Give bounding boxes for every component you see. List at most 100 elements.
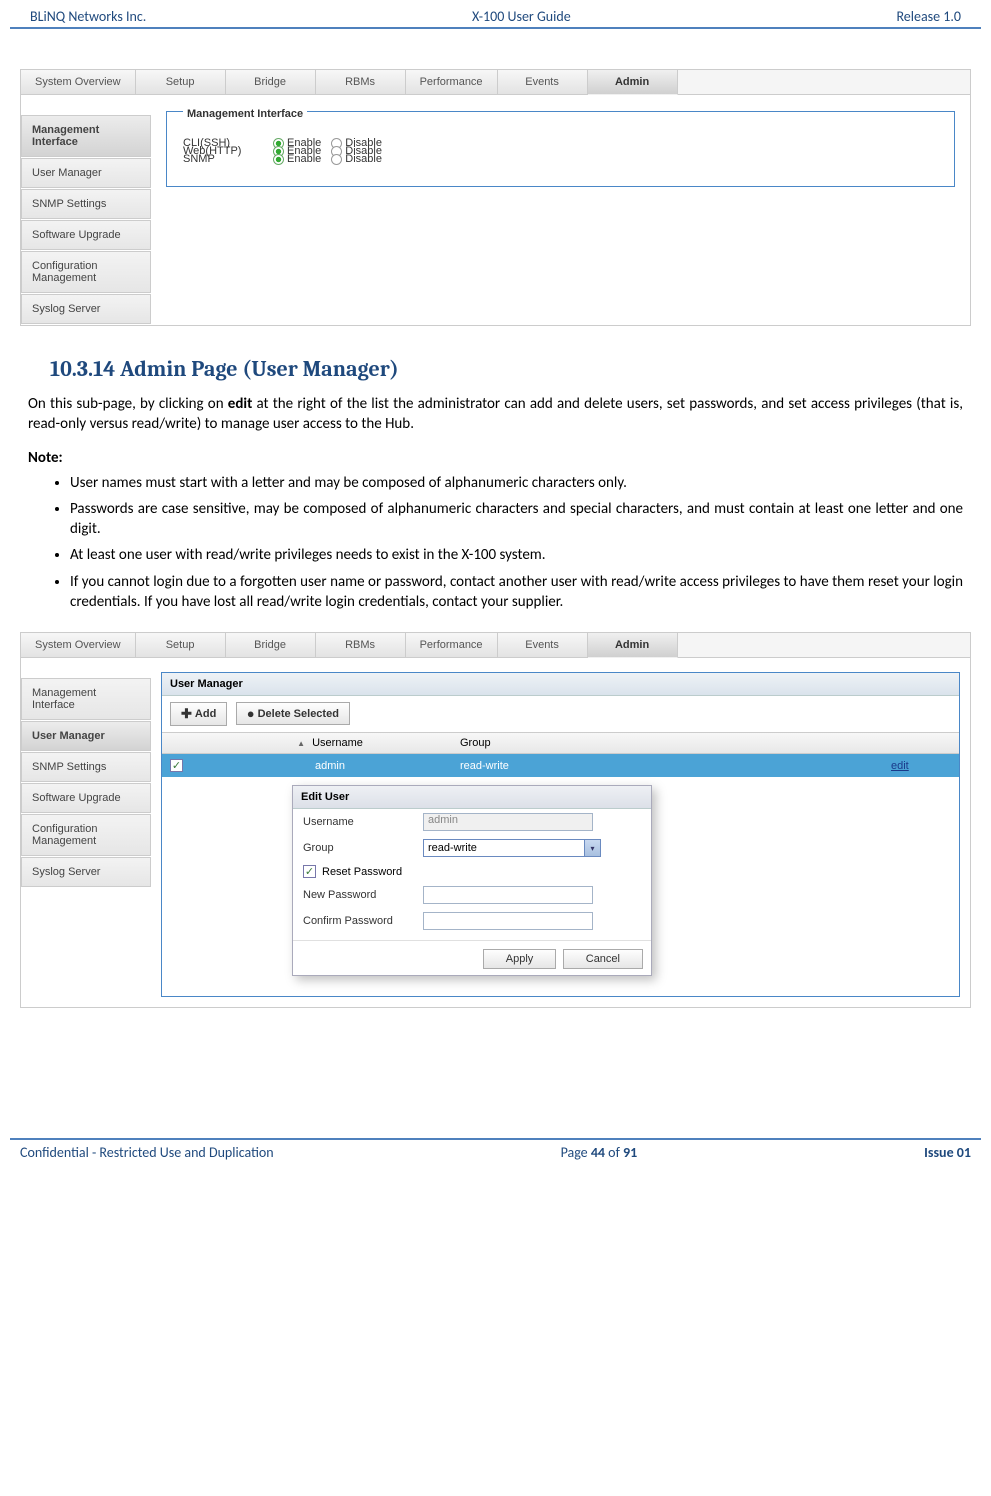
- minus-icon: ●: [247, 706, 255, 721]
- table-row[interactable]: ✓ admin read-write edit: [162, 754, 959, 777]
- col-username[interactable]: ▲ Username: [200, 737, 460, 749]
- dialog-title: Edit User: [293, 786, 651, 809]
- tab-admin[interactable]: Admin: [588, 633, 678, 658]
- label-reset-password: Reset Password: [322, 866, 402, 878]
- sidebar-item-user-manager[interactable]: User Manager: [21, 158, 151, 188]
- form-row-username: Username admin: [293, 809, 651, 835]
- reset-password-checkbox[interactable]: ✓: [303, 865, 316, 878]
- delete-selected-button[interactable]: ● Delete Selected: [236, 702, 350, 725]
- fieldset-legend: Management Interface: [183, 108, 307, 120]
- sort-asc-icon: ▲: [297, 739, 305, 748]
- tab-events[interactable]: Events: [498, 70, 588, 95]
- form-row-newpw: New Password: [293, 882, 651, 908]
- group-select[interactable]: read-write ▾: [423, 839, 601, 857]
- delete-label: Delete Selected: [258, 708, 339, 720]
- sidebar-item-configuration-management[interactable]: Configuration Management: [21, 251, 151, 293]
- opt-enable[interactable]: Enable: [287, 153, 321, 165]
- footer-right: Issue 01: [924, 1144, 971, 1161]
- sidebar-item-syslog-server[interactable]: Syslog Server: [21, 857, 151, 887]
- sidebar-item-snmp-settings[interactable]: SNMP Settings: [21, 189, 151, 219]
- opt-disable[interactable]: Disable: [345, 153, 382, 165]
- col-group[interactable]: Group: [460, 737, 891, 749]
- username-field: admin: [423, 813, 593, 831]
- group-select-value: read-write: [428, 842, 477, 854]
- footer-page: Page 44 of 91: [561, 1144, 638, 1161]
- col-checkbox: [170, 737, 200, 749]
- main-panel: Management Interface CLI(SSH) Enable Dis…: [151, 95, 970, 325]
- sidebar-item-snmp-settings[interactable]: SNMP Settings: [21, 752, 151, 782]
- row-checkbox-cell[interactable]: ✓: [170, 759, 200, 772]
- row-edit-link[interactable]: edit: [891, 760, 951, 772]
- bullet-2: Passwords are case sensitive, may be com…: [70, 499, 963, 540]
- sidebar-item-software-upgrade[interactable]: Software Upgrade: [21, 783, 151, 813]
- page-of: of: [605, 1144, 623, 1161]
- sidebar-item-management-interface[interactable]: Management Interface: [21, 678, 151, 720]
- tabs-spacer: [678, 70, 970, 95]
- note-bullets: User names must start with a letter and …: [70, 473, 963, 613]
- form-row-confpw: Confirm Password: [293, 908, 651, 934]
- header-right: Release 1.0: [896, 8, 961, 25]
- tab-bridge[interactable]: Bridge: [226, 633, 316, 658]
- chevron-down-icon[interactable]: ▾: [584, 840, 600, 856]
- sidebar-item-configuration-management[interactable]: Configuration Management: [21, 814, 151, 856]
- user-manager-panel: User Manager ✚ Add ● Delete Selected ▲: [161, 672, 960, 997]
- header-center: X-100 User Guide: [472, 8, 571, 25]
- radio-disable-icon[interactable]: [331, 154, 342, 165]
- dialog-buttons: Apply Cancel: [293, 940, 651, 975]
- edit-user-dialog: Edit User Username admin Group read-writ…: [292, 785, 652, 976]
- form-row-reset: ✓ Reset Password: [293, 861, 651, 882]
- top-tabs: System Overview Setup Bridge RBMs Perfor…: [21, 633, 970, 658]
- label-confirm-password: Confirm Password: [303, 915, 423, 927]
- tab-performance[interactable]: Performance: [406, 70, 498, 95]
- page-prefix: Page: [561, 1144, 591, 1161]
- checkbox-checked-icon[interactable]: ✓: [170, 759, 183, 772]
- tab-setup[interactable]: Setup: [136, 70, 226, 95]
- add-button[interactable]: ✚ Add: [170, 702, 227, 726]
- tab-rbms[interactable]: RBMs: [316, 633, 406, 658]
- label-group: Group: [303, 842, 423, 854]
- tab-bridge[interactable]: Bridge: [226, 70, 316, 95]
- apply-button[interactable]: Apply: [483, 949, 557, 969]
- page-header: BLiNQ Networks Inc. X-100 User Guide Rel…: [10, 0, 981, 29]
- bullet-3: At least one user with read/write privil…: [70, 545, 963, 565]
- tab-system-overview[interactable]: System Overview: [21, 633, 136, 658]
- top-tabs: System Overview Setup Bridge RBMs Perfor…: [21, 70, 970, 95]
- bullet-4: If you cannot login due to a forgotten u…: [70, 572, 963, 613]
- tab-events[interactable]: Events: [498, 633, 588, 658]
- sidebar-item-syslog-server[interactable]: Syslog Server: [21, 294, 151, 324]
- sidebar-item-software-upgrade[interactable]: Software Upgrade: [21, 220, 151, 250]
- sidebar-item-user-manager[interactable]: User Manager: [21, 721, 151, 751]
- note-label: Note:: [28, 449, 963, 467]
- header-left: BLiNQ Networks Inc.: [30, 8, 146, 25]
- col-action: [891, 737, 951, 749]
- confirm-password-field[interactable]: [423, 912, 593, 930]
- bullet-1: User names must start with a letter and …: [70, 473, 963, 493]
- cancel-button[interactable]: Cancel: [563, 949, 643, 969]
- grid-header: ▲ Username Group: [162, 732, 959, 754]
- sidebar-item-management-interface[interactable]: Management Interface: [21, 115, 151, 157]
- screenshot-mgmt-interface: System Overview Setup Bridge RBMs Perfor…: [20, 69, 971, 326]
- tab-system-overview[interactable]: System Overview: [21, 70, 136, 95]
- intro-paragraph: On this sub-page, by clicking on edit at…: [28, 394, 963, 435]
- new-password-field[interactable]: [423, 886, 593, 904]
- label-new-password: New Password: [303, 889, 423, 901]
- toolbar: ✚ Add ● Delete Selected: [162, 696, 959, 732]
- tab-rbms[interactable]: RBMs: [316, 70, 406, 95]
- main-panel: User Manager ✚ Add ● Delete Selected ▲: [151, 658, 970, 1007]
- tab-performance[interactable]: Performance: [406, 633, 498, 658]
- sidebar: Management Interface User Manager SNMP S…: [21, 658, 151, 1007]
- footer-left: Confidential - Restricted Use and Duplic…: [20, 1144, 274, 1161]
- screenshot-user-manager: System Overview Setup Bridge RBMs Perfor…: [20, 632, 971, 1008]
- tab-admin[interactable]: Admin: [588, 70, 678, 95]
- page-footer: Confidential - Restricted Use and Duplic…: [10, 1138, 981, 1165]
- form-row-group: Group read-write ▾: [293, 835, 651, 861]
- sidebar: Management Interface User Manager SNMP S…: [21, 95, 151, 325]
- radio-enable-icon[interactable]: [273, 154, 284, 165]
- row-username: admin: [200, 760, 460, 772]
- page-total: 91: [623, 1144, 637, 1161]
- row-group: read-write: [460, 760, 891, 772]
- section-heading: 10.3.14 Admin Page (User Manager): [50, 356, 971, 382]
- label-username: Username: [303, 816, 423, 828]
- col-username-label: Username: [312, 737, 363, 749]
- tab-setup[interactable]: Setup: [136, 633, 226, 658]
